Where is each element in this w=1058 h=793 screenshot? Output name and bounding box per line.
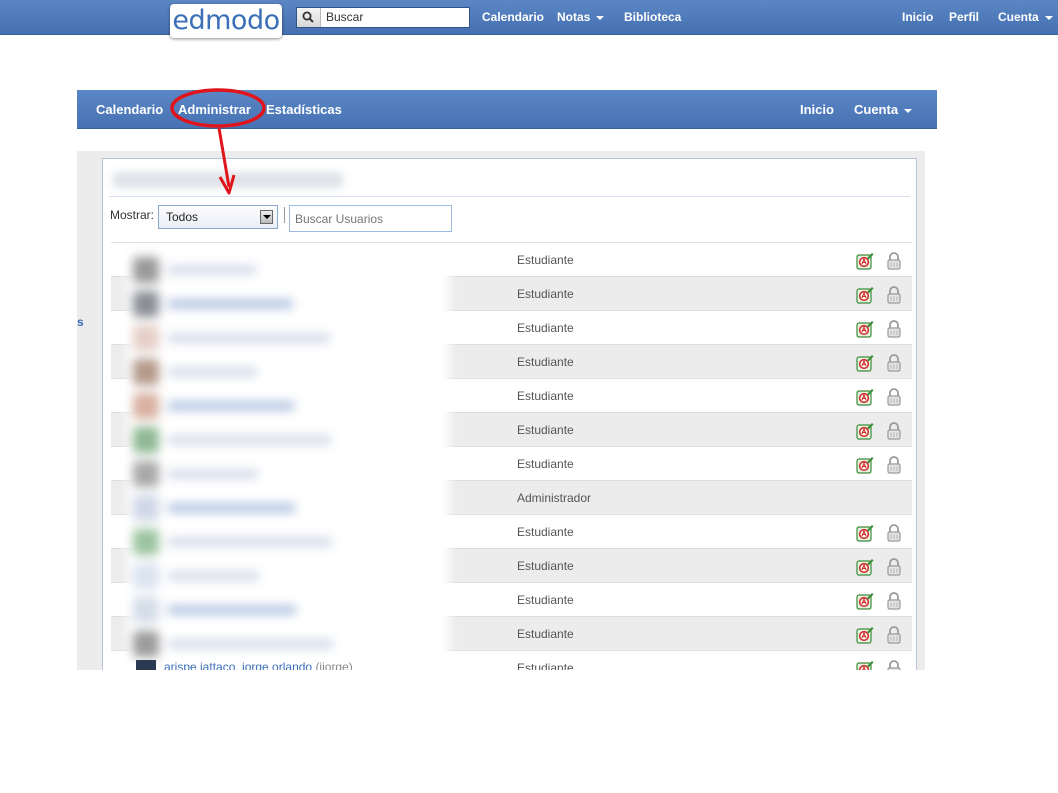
- annotation-overlay: [170, 88, 266, 195]
- annotation-circle: [170, 88, 266, 128]
